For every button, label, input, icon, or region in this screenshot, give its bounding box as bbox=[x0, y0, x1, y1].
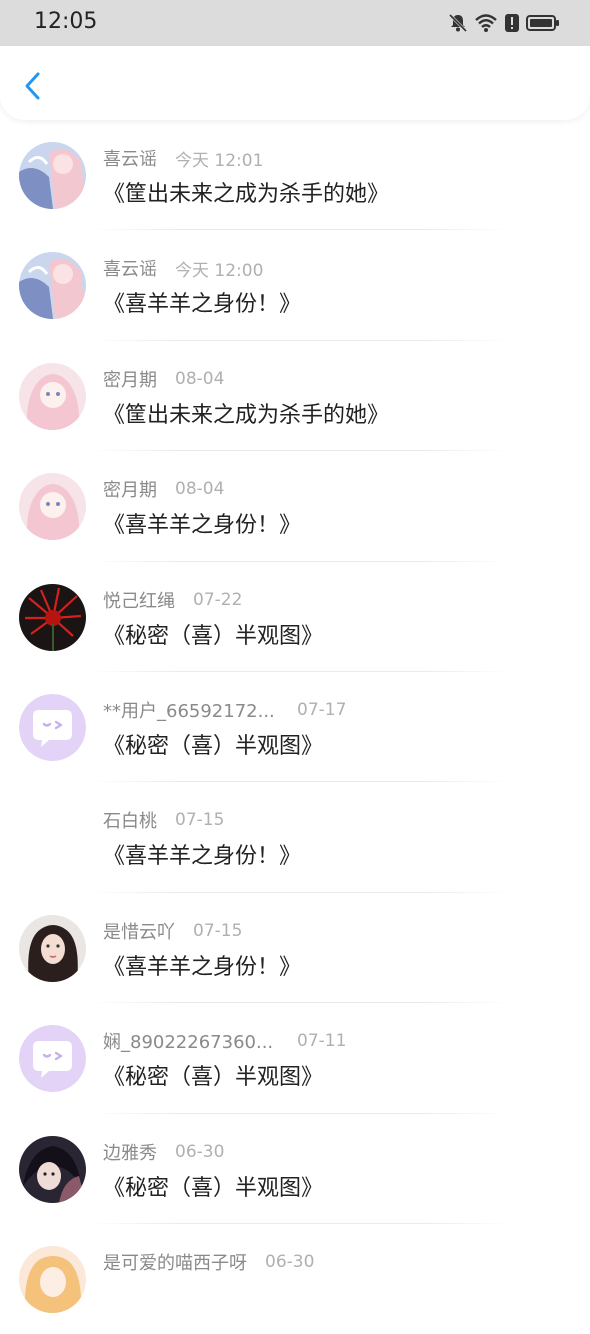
avatar bbox=[19, 1135, 86, 1203]
avatar bbox=[19, 362, 86, 430]
message-date: 07-11 bbox=[297, 1031, 347, 1052]
list-item[interactable]: 喜云谣 今天 12:00 《喜羊羊之身份！》 bbox=[0, 230, 590, 341]
list-item[interactable]: **用户_66592172... 07-17 《秘密（喜）半观图》 bbox=[0, 672, 590, 783]
sender-name: 是可爱的喵西子呀 bbox=[103, 1252, 247, 1274]
battery-icon bbox=[526, 15, 559, 31]
alert-icon bbox=[505, 14, 519, 32]
avatar bbox=[19, 252, 86, 320]
list-item[interactable]: 喜云谣 今天 12:01 《筐出未来之成为杀手的她》 bbox=[0, 120, 590, 231]
default-avatar-icon bbox=[19, 1025, 86, 1093]
avatar bbox=[19, 914, 86, 982]
wifi-icon bbox=[475, 14, 497, 32]
book-title: 《秘密（喜）半观图》 bbox=[103, 1065, 324, 1091]
message-list: 喜云谣 今天 12:01 《筐出未来之成为杀手的她》 喜云谣 今天 12:00 … bbox=[0, 120, 590, 1334]
default-avatar-icon bbox=[19, 693, 86, 761]
message-date: 今天 12:00 bbox=[175, 260, 264, 281]
message-date: 06-30 bbox=[175, 1141, 225, 1162]
message-date: 07-17 bbox=[297, 699, 347, 720]
message-date: 08-04 bbox=[175, 368, 225, 389]
sender-name: 悦己红绳 bbox=[103, 590, 175, 612]
status-icons bbox=[448, 10, 560, 36]
message-date: 07-15 bbox=[175, 810, 225, 831]
book-title: 《喜羊羊之身份！》 bbox=[103, 954, 302, 980]
book-title: 《喜羊羊之身份！》 bbox=[103, 513, 302, 539]
book-title: 《喜羊羊之身份！》 bbox=[103, 844, 302, 870]
avatar bbox=[19, 142, 86, 209]
sender-name: 娴_89022267360... bbox=[103, 1032, 274, 1054]
sender-name: **用户_66592172... bbox=[103, 700, 275, 722]
sender-name: 密月期 bbox=[103, 369, 157, 391]
avatar bbox=[19, 1245, 86, 1313]
bell-muted-icon bbox=[448, 13, 468, 33]
message-date: 今天 12:01 bbox=[175, 150, 264, 171]
header bbox=[0, 46, 590, 120]
status-bar: 12:05 bbox=[0, 0, 590, 46]
sender-name: 边雅秀 bbox=[103, 1142, 157, 1164]
list-item[interactable]: 密月期 08-04 《喜羊羊之身份！》 bbox=[0, 451, 590, 562]
sender-name: 是惜云吖 bbox=[103, 921, 175, 943]
back-chevron-icon[interactable] bbox=[20, 68, 46, 104]
book-title: 《秘密（喜）半观图》 bbox=[103, 1175, 324, 1201]
book-title: 《喜羊羊之身份！》 bbox=[103, 292, 302, 318]
book-title: 《秘密（喜）半观图》 bbox=[103, 733, 324, 759]
message-date: 08-04 bbox=[175, 479, 225, 500]
list-item[interactable]: 是可爱的喵西子呀 06-30 bbox=[0, 1224, 590, 1334]
list-item[interactable]: 悦己红绳 07-22 《秘密（喜）半观图》 bbox=[0, 562, 590, 672]
message-date: 07-15 bbox=[193, 920, 243, 941]
avatar bbox=[19, 583, 86, 651]
avatar bbox=[19, 473, 86, 541]
sender-name: 密月期 bbox=[103, 480, 157, 502]
list-item[interactable]: 边雅秀 06-30 《秘密（喜）半观图》 bbox=[0, 1114, 590, 1224]
list-item[interactable]: 石白桃 07-15 《喜羊羊之身份！》 bbox=[0, 782, 590, 893]
sender-name: 石白桃 bbox=[103, 811, 157, 833]
book-title: 《筐出未来之成为杀手的她》 bbox=[103, 402, 390, 428]
list-item[interactable]: 是惜云吖 07-15 《喜羊羊之身份！》 bbox=[0, 893, 590, 1004]
book-title: 《秘密（喜）半观图》 bbox=[103, 623, 324, 649]
sender-name: 喜云谣 bbox=[103, 259, 157, 281]
message-date: 07-22 bbox=[193, 589, 243, 610]
sender-name: 喜云谣 bbox=[103, 149, 157, 170]
message-date: 06-30 bbox=[265, 1251, 315, 1272]
list-item[interactable]: 密月期 08-04 《筐出未来之成为杀手的她》 bbox=[0, 341, 590, 452]
list-item[interactable]: 娴_89022267360... 07-11 《秘密（喜）半观图》 bbox=[0, 1003, 590, 1114]
status-time: 12:05 bbox=[34, 9, 98, 34]
book-title: 《筐出未来之成为杀手的她》 bbox=[103, 182, 390, 207]
